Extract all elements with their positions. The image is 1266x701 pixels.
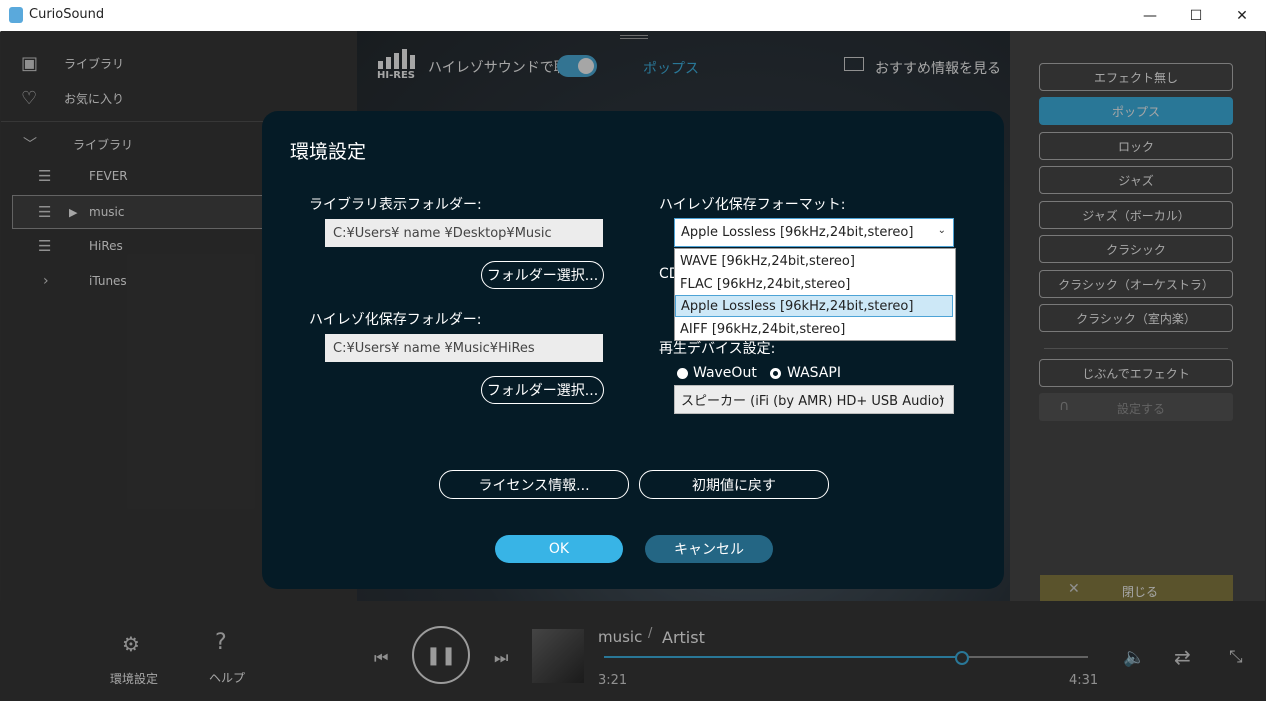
app-logo-icon — [9, 7, 23, 23]
format-option-wave[interactable]: WAVE [96kHz,24bit,stereo] — [675, 250, 953, 272]
minimize-button[interactable]: — — [1127, 0, 1173, 31]
maximize-button[interactable]: ☐ — [1173, 0, 1219, 31]
close-button[interactable]: ✕ — [1219, 0, 1265, 31]
dialog-title: 環境設定 — [290, 141, 367, 163]
library-folder-label: ライブラリ表示フォルダー: — [309, 197, 482, 213]
ok-button[interactable]: OK — [495, 535, 623, 563]
library-folder-browse-button[interactable]: フォルダー選択... — [481, 261, 604, 289]
format-select-value: Apple Lossless [96kHz,24bit,stereo] — [681, 225, 914, 240]
hires-folder-label: ハイレゾ化保存フォルダー: — [309, 312, 482, 328]
chevron-down-icon: ⌄ — [937, 225, 946, 236]
hires-folder-field[interactable]: C:¥Users¥ name ¥Music¥HiRes — [325, 334, 603, 362]
cancel-button[interactable]: キャンセル — [645, 535, 773, 563]
format-option-flac[interactable]: FLAC [96kHz,24bit,stereo] — [675, 273, 953, 295]
window-title: CurioSound — [29, 7, 105, 22]
device-select-value: スピーカー (iFi (by AMR) HD+ USB Audio) — [681, 394, 945, 409]
format-option-alac[interactable]: Apple Lossless [96kHz,24bit,stereo] — [675, 295, 953, 317]
waveout-label[interactable]: WaveOut — [693, 365, 757, 381]
format-select[interactable]: Apple Lossless [96kHz,24bit,stereo] ⌄ — [674, 218, 954, 247]
library-folder-field[interactable]: C:¥Users¥ name ¥Desktop¥Music — [325, 219, 603, 247]
device-label: 再生デバイス設定: — [659, 341, 776, 357]
device-select[interactable]: スピーカー (iFi (by AMR) HD+ USB Audio) ⌄ — [674, 385, 954, 414]
format-option-aiff[interactable]: AIFF [96kHz,24bit,stereo] — [675, 318, 953, 340]
wasapi-label[interactable]: WASAPI — [787, 365, 841, 381]
title-bar: CurioSound — ☐ ✕ — [0, 0, 1266, 32]
hires-folder-browse-button[interactable]: フォルダー選択... — [481, 376, 604, 404]
format-label: ハイレゾ化保存フォーマット: — [659, 197, 846, 213]
reset-button[interactable]: 初期値に戻す — [639, 470, 829, 499]
chevron-down-icon: ⌄ — [937, 392, 946, 403]
wasapi-radio[interactable] — [770, 368, 781, 379]
waveout-radio[interactable] — [677, 368, 688, 379]
license-button[interactable]: ライセンス情報... — [439, 470, 629, 499]
